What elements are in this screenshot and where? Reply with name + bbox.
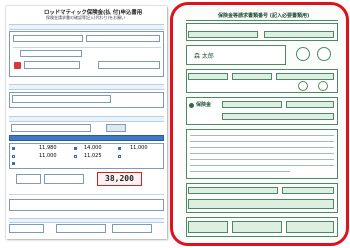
checkbox-7[interactable]	[118, 155, 121, 158]
date-field[interactable]	[86, 35, 160, 42]
notes-box	[9, 199, 164, 211]
checkbox-4[interactable]	[74, 147, 77, 150]
value-2: 11,000	[39, 153, 57, 159]
section-2-bar	[9, 84, 164, 90]
divider	[13, 47, 161, 48]
checkbox-2[interactable]	[12, 155, 15, 158]
highlight-ring	[170, 2, 349, 246]
stamp-icon	[14, 62, 21, 69]
footer-field-3[interactable]	[112, 224, 152, 233]
left-form-page: ロッドマティック保険金(払 付)申込書用 保険金請求書の確認等記入(代わり)をお…	[6, 6, 167, 239]
section-4-bar	[9, 218, 164, 223]
value-1: 11,980	[39, 145, 57, 151]
value-4: 11,025	[84, 153, 102, 159]
left-form-subtitle: 保険金請求書の確認等記入(代わり)をお願い	[46, 15, 126, 20]
total-amount: 38,200	[105, 174, 134, 183]
number-field[interactable]	[98, 61, 160, 69]
footer-field-1[interactable]	[9, 224, 44, 233]
checkbox-5[interactable]	[74, 155, 77, 158]
checkbox-6[interactable]	[118, 147, 121, 150]
account-field[interactable]	[24, 61, 80, 69]
footer-field-2[interactable]	[56, 224, 106, 233]
address-field[interactable]	[20, 50, 82, 57]
value-5: 11,000	[130, 145, 148, 151]
total-label-box	[16, 174, 41, 184]
subtotal-box	[44, 174, 84, 184]
checkbox-3[interactable]	[12, 162, 15, 165]
checkbox-1[interactable]	[12, 147, 15, 150]
section-3-bar	[9, 116, 164, 122]
section-1-bar	[9, 24, 164, 30]
name-field[interactable]	[13, 35, 83, 42]
toggle-button[interactable]	[106, 124, 126, 132]
section-2-field[interactable]	[12, 95, 111, 103]
table-header-row	[9, 135, 164, 141]
value-3: 14,000	[84, 145, 102, 151]
bottom-divider	[9, 194, 164, 195]
coverage-field[interactable]	[11, 124, 91, 132]
